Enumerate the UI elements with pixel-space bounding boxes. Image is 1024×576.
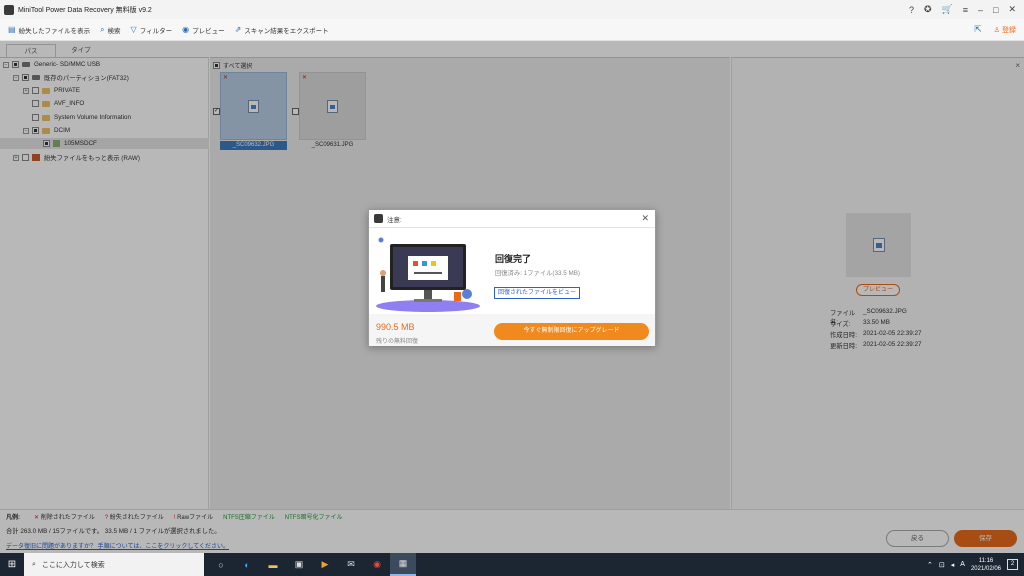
- notification-icon[interactable]: 2: [1007, 559, 1018, 570]
- taskbar: ⊞ ⌕ ここに入力して検索 ○ ◐ ▬ ▣ ▶ ✉ ◉ ▦ ⌃ ⊡ ◂ A 11…: [0, 553, 1024, 576]
- minimize-icon[interactable]: –: [978, 5, 983, 15]
- support-icon[interactable]: ✪: [924, 4, 932, 15]
- close-icon[interactable]: ✕: [1008, 4, 1016, 15]
- help-icon[interactable]: ?: [909, 5, 914, 15]
- view-recovered-files-button[interactable]: 回復されたファイルをビュー: [494, 287, 581, 299]
- volume-icon[interactable]: ◂: [951, 561, 955, 569]
- export-scan-button[interactable]: ⇗ スキャン結果をエクスポート: [235, 25, 329, 35]
- app-icon: [4, 4, 14, 15]
- remaining-label: 残りの無料回復: [376, 339, 419, 345]
- user-icon: ♙: [993, 26, 1001, 34]
- title-bar: MiniTool Power Data Recovery 無料版 v9.2 ? …: [0, 0, 1024, 19]
- recovery-illustration-icon: [376, 237, 480, 312]
- ime-indicator[interactable]: A: [960, 561, 965, 568]
- clock[interactable]: 11:16 2021/02/06: [971, 557, 1001, 573]
- edge-icon[interactable]: ◐: [234, 553, 260, 576]
- file-explorer-icon[interactable]: ▬: [260, 553, 286, 576]
- dialog-title: 注意:: [387, 216, 402, 224]
- toolbar: ▤ 紛失したファイルを表示 ⌕ 検索 ▽ フィルター ◉ プレビュー ⇗ スキャ…: [0, 19, 1024, 41]
- preview-icon: ◉: [182, 25, 190, 34]
- remaining-size: 990.5 MB: [376, 322, 415, 332]
- dialog-close-icon[interactable]: ✕: [641, 213, 649, 224]
- menu-icon[interactable]: ≡: [963, 5, 968, 15]
- app-icon: [374, 214, 383, 223]
- cart-icon[interactable]: 🛒: [942, 4, 953, 15]
- taskbar-search[interactable]: ⌕ ここに入力して検索: [24, 553, 204, 576]
- show-lost-files-button[interactable]: ▤ 紛失したファイルを表示: [8, 25, 90, 35]
- task-view-icon[interactable]: ○: [208, 553, 234, 576]
- filter-icon: ▽: [130, 25, 137, 34]
- window-title: MiniTool Power Data Recovery 無料版 v9.2: [18, 6, 152, 14]
- filter-button[interactable]: ▽ フィルター: [131, 25, 173, 35]
- search-icon: ⌕: [32, 560, 36, 568]
- tray-expand-icon[interactable]: ⌃: [927, 561, 933, 569]
- preview-button[interactable]: ◉ プレビュー: [182, 25, 224, 35]
- dialog-subtitle: 回復済み: 1ファイル(33.5 MB): [495, 270, 581, 277]
- lost-files-icon: ▤: [8, 25, 16, 34]
- media-player-icon[interactable]: ▶: [312, 553, 338, 576]
- mail-icon[interactable]: ✉: [338, 553, 364, 576]
- store-icon[interactable]: ▣: [286, 553, 312, 576]
- network-icon[interactable]: ⊡: [939, 561, 945, 569]
- search-icon: ⌕: [100, 24, 105, 34]
- dialog-footer: 990.5 MB 残りの無料回復 今すぐ無制限回復にアップグレード: [369, 314, 655, 346]
- upgrade-button[interactable]: 今すぐ無制限回復にアップグレード: [494, 323, 649, 340]
- dialog-header: 注意: ✕: [369, 210, 655, 228]
- login-button[interactable]: ♙ 登録: [994, 25, 1016, 35]
- search-button[interactable]: ⌕ 検索: [100, 25, 120, 35]
- maximize-icon[interactable]: □: [993, 5, 998, 15]
- dialog-heading: 回復完了: [495, 254, 532, 264]
- share-icon[interactable]: ⇱: [974, 24, 982, 35]
- export-icon: ⇗: [234, 25, 242, 34]
- recovery-complete-dialog: 注意: ✕ 回復完了 回復済み: 1ファイル(33.5 MB) 回復されたファイ…: [368, 209, 656, 346]
- minitool-taskbar-icon[interactable]: ▦: [390, 553, 416, 576]
- system-tray: ⌃ ⊡ ◂ A 11:16 2021/02/06 2: [927, 557, 1024, 573]
- windows-start-icon[interactable]: ⊞: [0, 553, 24, 576]
- chrome-icon[interactable]: ◉: [364, 553, 390, 576]
